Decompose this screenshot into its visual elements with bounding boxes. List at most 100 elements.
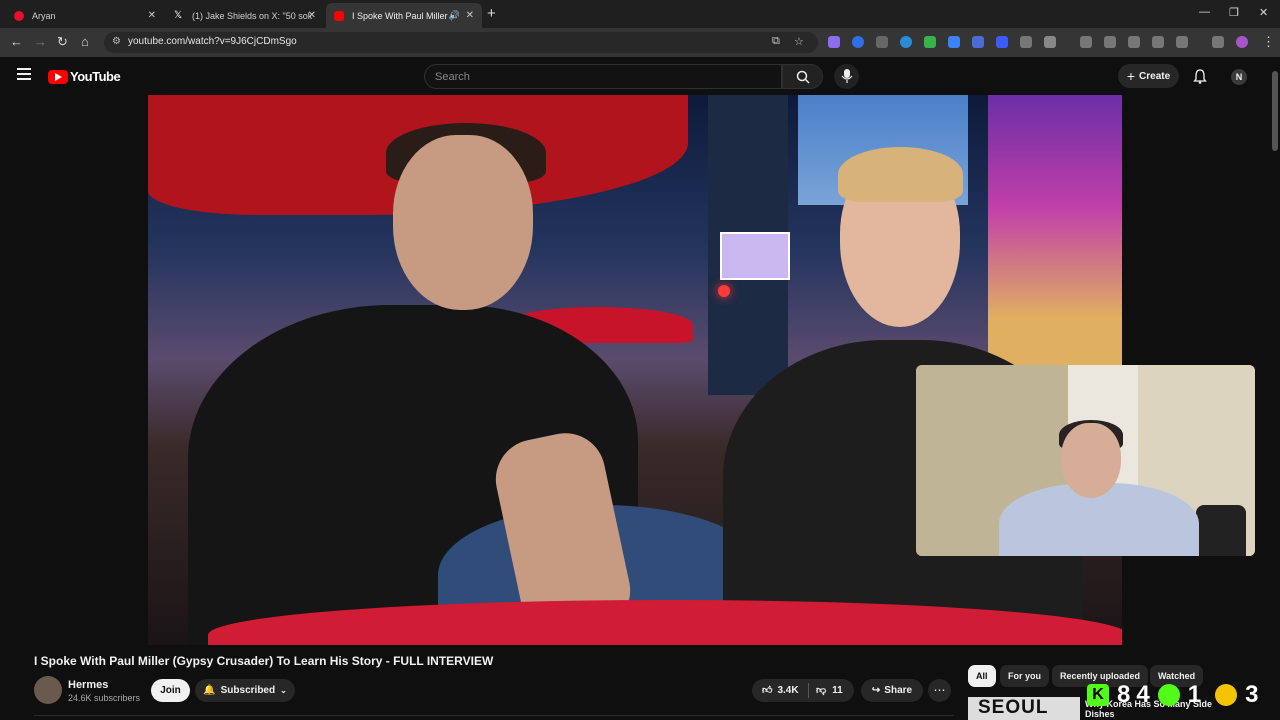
video-scene-billboards — [988, 95, 1122, 375]
more-actions-button[interactable]: ⋯ — [928, 679, 951, 702]
browser-tab-bar: Aryan ✕ 𝕏 (1) Jake Shields on X: "50 sol… — [0, 0, 1280, 28]
search-icon — [796, 70, 810, 84]
extension-icon[interactable] — [828, 36, 840, 48]
speaker-icon[interactable]: 🔊 — [449, 10, 460, 21]
history-icon[interactable] — [1080, 36, 1092, 48]
close-icon[interactable]: ✕ — [308, 10, 316, 21]
back-icon[interactable]: ← — [10, 34, 23, 49]
profile-avatar[interactable] — [1236, 36, 1248, 48]
dislike-count: 11 — [832, 684, 843, 696]
menu-dots-icon[interactable]: ⋮ — [1262, 34, 1275, 50]
create-button[interactable]: + Create — [1118, 64, 1179, 88]
channel-name[interactable]: Hermes — [68, 679, 108, 691]
subscriber-count: 24.6K subscribers — [68, 693, 141, 703]
create-label: Create — [1139, 70, 1171, 82]
dislike-button[interactable]: 👎︎ 11 — [816, 684, 843, 697]
tab-jake-shields[interactable]: 𝕏 (1) Jake Shields on X: "50 sold i ✕ — [166, 3, 324, 28]
webcam-person-head — [1061, 423, 1121, 498]
extension-icon[interactable] — [924, 36, 936, 48]
stream-viewer-overlay: K 8 4 1 3 — [1087, 681, 1280, 709]
restore-icon[interactable]: ❐ — [1229, 6, 1239, 19]
close-icon[interactable]: ✕ — [148, 10, 156, 21]
search-input[interactable]: Search — [424, 64, 782, 89]
sidebar-icon[interactable] — [1176, 36, 1188, 48]
browser-toolbar: ← → ↻ ⌂ ⚙ youtube.com/watch?v=9J6CjCDmSg… — [0, 28, 1280, 57]
voice-search-button[interactable] — [834, 64, 859, 89]
devtools-icon[interactable] — [1128, 36, 1140, 48]
tab-label: (1) Jake Shields on X: "50 sold i — [192, 10, 312, 21]
join-button[interactable]: Join — [151, 679, 190, 702]
channel-avatar[interactable] — [34, 676, 62, 704]
subscribed-button[interactable]: 🔔 Subscribed ⌄ — [195, 679, 295, 702]
reload-icon[interactable]: ↻ — [57, 34, 68, 50]
chip-all[interactable]: All — [968, 665, 996, 687]
extension-icon[interactable] — [996, 36, 1008, 48]
account-avatar[interactable]: N — [1231, 69, 1247, 85]
share-arrow-icon: ↪ — [871, 685, 881, 696]
new-tab-button[interactable]: + — [487, 5, 496, 22]
extensions-puzzle-icon[interactable] — [1044, 36, 1056, 48]
site-info-icon[interactable]: ⚙ — [112, 36, 121, 47]
video-scene-screen — [720, 232, 790, 280]
search-button[interactable] — [782, 64, 823, 89]
extension-icon[interactable] — [1020, 36, 1032, 48]
thumbs-down-icon: 👎︎ — [816, 685, 827, 696]
youtube-play-icon — [48, 69, 68, 84]
like-count: 3.4K — [777, 684, 799, 696]
close-icon[interactable]: ✕ — [466, 10, 474, 21]
address-bar[interactable]: ⚙ youtube.com/watch?v=9J6CjCDmSgo ⧉ ☆ — [104, 32, 818, 53]
kick-logo-icon: K — [1087, 684, 1109, 706]
url-text: youtube.com/watch?v=9J6CjCDmSgo — [128, 36, 297, 47]
extension-icon[interactable] — [1152, 36, 1164, 48]
youtube-wordmark: YouTube — [70, 69, 121, 84]
like-button[interactable]: 👍︎ 3.4K — [762, 684, 799, 697]
tab-favicon — [14, 10, 24, 21]
thumbnail-text: SEOUL — [978, 697, 1049, 718]
like-dislike-group: 👍︎ 3.4K 👎︎ 11 — [752, 679, 854, 702]
play-circle-icon — [1157, 684, 1180, 706]
notifications-bell-icon[interactable] — [1193, 69, 1207, 84]
page-scrollbar[interactable] — [1270, 57, 1280, 720]
home-icon[interactable]: ⌂ — [81, 34, 89, 49]
extension-icon[interactable] — [900, 36, 912, 48]
cast-icon[interactable]: ⧉ — [772, 35, 780, 48]
microphone-icon — [841, 69, 853, 83]
divider — [34, 715, 954, 716]
hamburger-menu-icon[interactable] — [17, 68, 31, 80]
extension-icon[interactable] — [1104, 36, 1116, 48]
overlay-digit: 3 — [1245, 681, 1259, 708]
overlay-digit: 1 — [1187, 681, 1202, 708]
overlay-digit: 8 — [1117, 681, 1131, 708]
recommended-video-thumbnail[interactable]: SEOUL — [968, 697, 1080, 720]
media-controls-icon[interactable] — [1212, 36, 1224, 48]
chip-for-you[interactable]: For you — [1000, 665, 1049, 687]
extension-icon[interactable] — [876, 36, 888, 48]
webcam-chair — [1196, 505, 1246, 556]
youtube-favicon-icon — [334, 10, 344, 21]
extension-icon[interactable] — [972, 36, 984, 48]
youtube-logo[interactable]: YouTube — [48, 69, 121, 84]
video-scene-traffic-light — [718, 285, 730, 297]
forward-icon[interactable]: → — [34, 34, 47, 49]
subscribed-label: Subscribed — [220, 685, 276, 696]
extension-icon[interactable] — [948, 36, 960, 48]
x-logo-icon: 𝕏 — [174, 9, 183, 21]
chevron-down-icon: ⌄ — [280, 686, 287, 695]
extension-icon[interactable] — [852, 36, 864, 48]
plus-icon: + — [1126, 68, 1136, 84]
webcam-overlay — [916, 365, 1255, 556]
share-button[interactable]: ↪ Share — [861, 679, 923, 702]
bookmark-star-icon[interactable]: ☆ — [794, 35, 804, 48]
minimize-icon[interactable]: — — [1199, 6, 1210, 18]
divider — [808, 683, 809, 698]
bell-icon: 🔔 — [203, 685, 216, 696]
video-person-left-head — [393, 135, 533, 310]
tab-aryan[interactable]: Aryan ✕ — [6, 3, 164, 28]
overlay-digit: 4 — [1136, 681, 1150, 708]
game-controller-icon — [1215, 684, 1238, 706]
tab-label: Aryan — [32, 10, 56, 21]
tab-label: I Spoke With Paul Miller (Gy — [352, 10, 452, 21]
scrollbar-thumb[interactable] — [1272, 71, 1278, 151]
window-close-icon[interactable]: ✕ — [1259, 6, 1268, 19]
tab-youtube-video[interactable]: I Spoke With Paul Miller (Gy 🔊 ✕ — [326, 3, 482, 28]
